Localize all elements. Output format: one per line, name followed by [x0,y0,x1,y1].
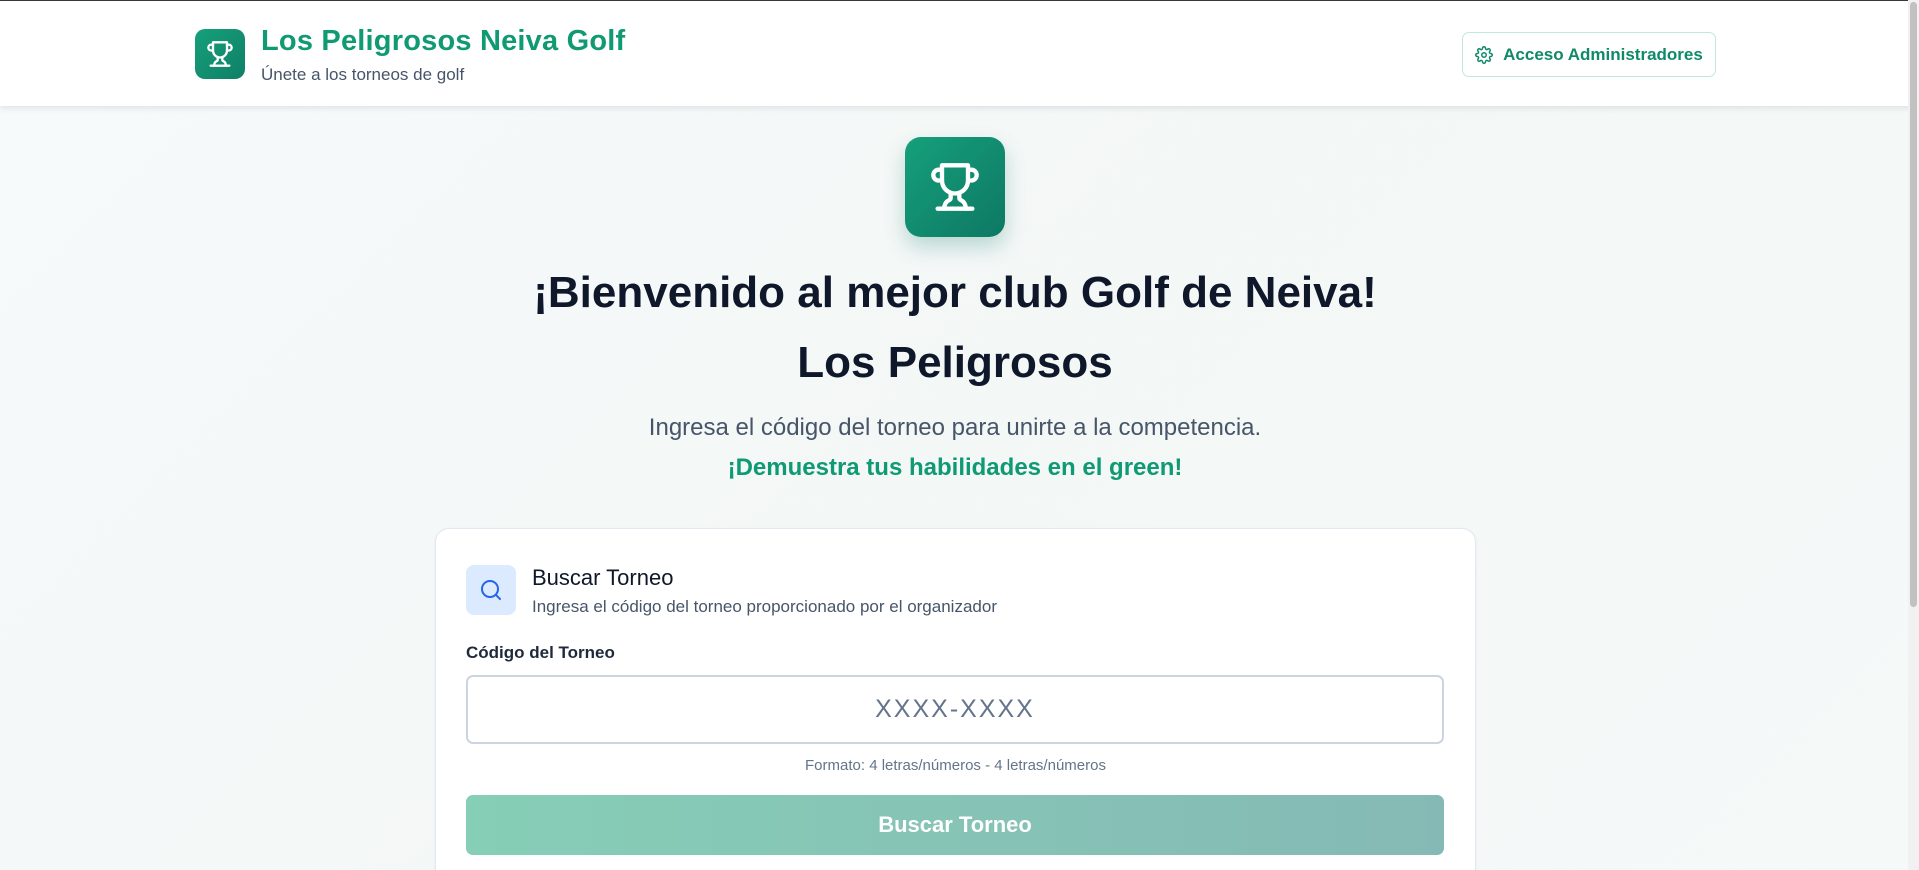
search-badge [466,565,516,615]
logo-badge[interactable] [195,29,245,79]
tournament-code-input[interactable] [466,675,1444,744]
search-tournament-button[interactable]: Buscar Torneo [466,795,1444,855]
hero-title-line2: Los Peligrosos [797,338,1113,387]
format-hint: Formato: 4 letras/números - 4 letras/núm… [805,757,1106,774]
gear-icon [1475,45,1494,64]
hero-description: Ingresa el código del torneo para unirte… [648,414,1262,441]
admin-access-button[interactable]: Acceso Administradores [1462,32,1716,77]
top-header: Los Peligrosos Neiva Golf Únete a los to… [0,1,1919,106]
tournament-code-label: Código del Torneo [466,643,615,662]
trophy-icon [931,163,979,211]
scrollbar[interactable] [1908,0,1919,870]
search-icon [481,580,501,600]
scrollbar-thumb[interactable] [1910,2,1917,607]
brand-title: Los Peligrosos Neiva Golf [261,25,626,57]
card-title: Buscar Torneo [532,565,674,590]
hero-tagline: ¡Demuestra tus habilidades en el green! [727,454,1183,481]
brand-subtitle: Únete a los torneos de golf [261,65,465,84]
hero-trophy-badge [905,137,1005,237]
card-subtitle: Ingresa el código del torneo proporciona… [532,597,997,616]
admin-access-label: Acceso Administradores [1503,44,1703,64]
trophy-icon [207,41,233,67]
search-tournament-card: Buscar Torneo Ingresa el código del torn… [435,528,1476,870]
hero-title-line1: ¡Bienvenido al mejor club Golf de Neiva! [533,268,1377,317]
